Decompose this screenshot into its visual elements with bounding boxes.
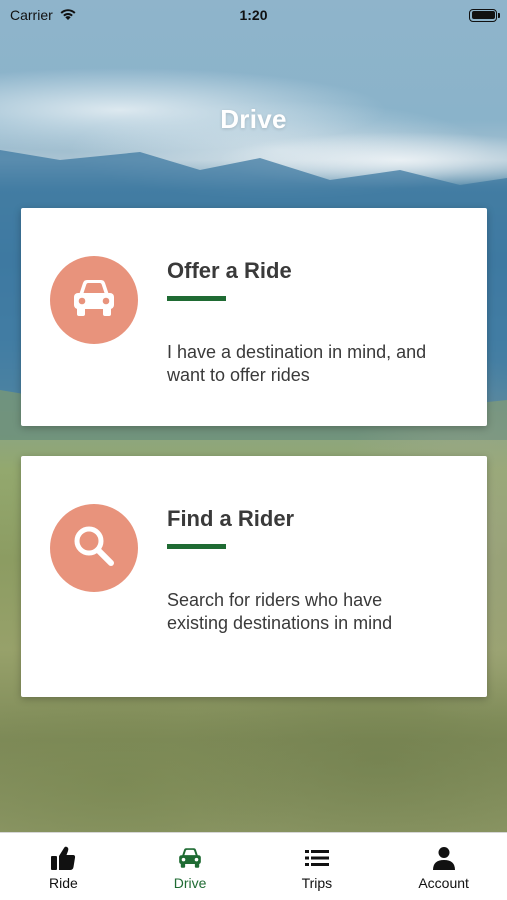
find-rider-underline bbox=[167, 544, 226, 549]
car-icon bbox=[177, 845, 203, 871]
thumbs-up-icon bbox=[50, 845, 76, 871]
search-icon bbox=[70, 522, 118, 575]
tab-drive-label: Drive bbox=[173, 875, 207, 891]
offer-ride-icon-circle bbox=[50, 256, 138, 344]
status-bar: Carrier 1:20 bbox=[0, 0, 507, 30]
offer-ride-description: I have a destination in mind, and want t… bbox=[167, 342, 427, 385]
screen: Carrier 1:20 Drive Offer a Ride I have a… bbox=[0, 0, 507, 900]
tab-ride-label: Ride bbox=[48, 875, 78, 891]
tab-trips-label: Trips bbox=[301, 875, 333, 891]
find-rider-icon-circle bbox=[50, 504, 138, 592]
person-icon bbox=[432, 845, 456, 871]
battery-icon bbox=[469, 8, 500, 22]
tab-account-label: Account bbox=[418, 875, 469, 891]
offer-ride-title: Offer a Ride bbox=[167, 258, 292, 283]
car-icon bbox=[70, 277, 118, 324]
tab-bar: Ride Drive Trips Account bbox=[0, 832, 507, 900]
tab-trips[interactable]: Trips bbox=[254, 833, 381, 900]
tab-account[interactable]: Account bbox=[380, 833, 507, 900]
page-title: Drive bbox=[220, 104, 287, 134]
tab-drive[interactable]: Drive bbox=[127, 833, 254, 900]
find-rider-card[interactable]: Find a Rider Search for riders who have … bbox=[21, 456, 487, 697]
wifi-icon bbox=[59, 7, 77, 24]
offer-ride-underline bbox=[167, 296, 226, 301]
find-rider-title: Find a Rider bbox=[167, 506, 295, 531]
list-icon bbox=[304, 845, 330, 871]
offer-ride-card[interactable]: Offer a Ride I have a destination in min… bbox=[21, 208, 487, 426]
carrier-label: Carrier bbox=[10, 7, 53, 23]
tab-ride[interactable]: Ride bbox=[0, 833, 127, 900]
find-rider-description: Search for riders who have existing dest… bbox=[167, 590, 393, 633]
battery-fill bbox=[471, 11, 495, 19]
